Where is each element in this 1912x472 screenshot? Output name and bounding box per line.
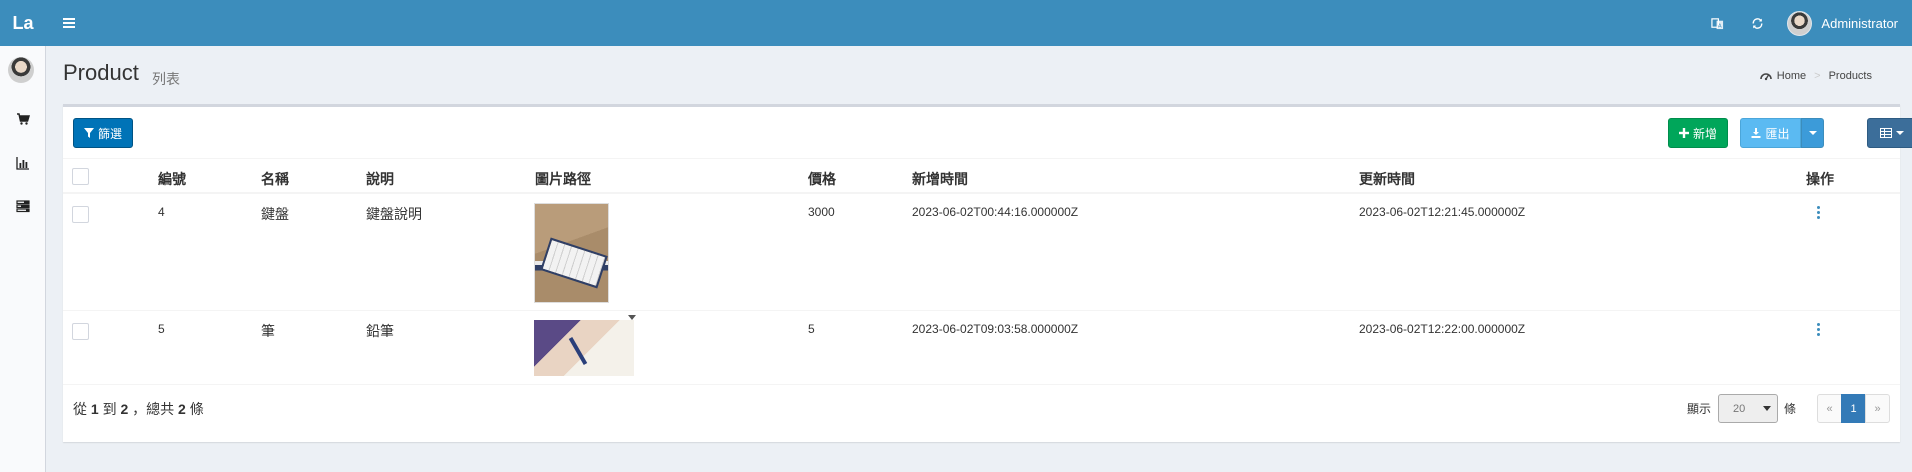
bar-chart-icon[interactable] [0, 143, 46, 183]
column-header-id[interactable]: 編號 [158, 169, 186, 189]
column-header-created-at[interactable]: 新增時間 [912, 169, 968, 189]
user-menu[interactable]: Administrator [1777, 0, 1912, 46]
cell-id: 5 [158, 322, 165, 336]
user-name: Administrator [1821, 15, 1898, 31]
select-all-checkbox[interactable] [72, 168, 89, 185]
export-button[interactable]: 匯出 [1740, 118, 1801, 148]
cell-name: 筆 [261, 323, 275, 339]
column-header-name[interactable]: 名稱 [261, 169, 289, 189]
chevron-down-icon [1895, 131, 1904, 135]
filter-button-label: 篩選 [97, 126, 122, 141]
export-dropdown-toggle[interactable] [1801, 118, 1824, 148]
per-page-value: 20 [1732, 402, 1746, 415]
top-navbar: La A Administrator [0, 0, 1912, 46]
pencil-image[interactable] [534, 320, 634, 376]
cell-created-at: 2023-06-02T00:44:16.000000Z [912, 205, 1079, 219]
row-checkbox[interactable] [72, 206, 89, 223]
row-actions-icon[interactable] [1813, 204, 1823, 220]
column-header-price[interactable]: 價格 [808, 169, 836, 189]
new-button-label: 新增 [1692, 126, 1717, 141]
svg-text:A: A [1718, 23, 1722, 29]
page-1-button[interactable]: 1 [1841, 394, 1866, 423]
per-page-select[interactable]: 20 [1717, 394, 1778, 423]
column-header-updated-at[interactable]: 更新時間 [1359, 169, 1415, 189]
shopping-cart-icon[interactable] [0, 99, 46, 139]
cell-description: 鍵盤說明 [366, 206, 422, 222]
pager: « 1 » [1817, 394, 1890, 423]
filter-button[interactable]: 篩選 [73, 118, 133, 148]
page-title: Product [63, 60, 139, 85]
cell-updated-at: 2023-06-02T12:22:00.000000Z [1359, 322, 1526, 336]
product-grid-box: 篩選 新增 匯出 編號 名稱 說明 圖片路徑 價格 新增時間 更新時間 操作 4 [63, 104, 1912, 442]
prev-page-button[interactable]: « [1817, 394, 1842, 423]
breadcrumb-separator: > [1814, 70, 1821, 82]
chevron-down-icon [1808, 131, 1817, 135]
column-selector-button[interactable] [1867, 118, 1912, 148]
navbar-right: A Administrator [1697, 0, 1912, 46]
page-subtitle: 列表 [152, 71, 180, 87]
summary-from: 1 [90, 401, 99, 417]
column-header-actions: 操作 [1806, 171, 1834, 187]
breadcrumb-home[interactable]: Home [1759, 70, 1807, 82]
chevron-down-icon [1762, 406, 1771, 411]
tasks-icon[interactable] [0, 186, 46, 226]
cell-description: 鉛筆 [366, 323, 394, 339]
row-checkbox[interactable] [72, 323, 89, 340]
cell-price: 3000 [808, 205, 835, 219]
table-header: 編號 名稱 說明 圖片路徑 價格 新增時間 更新時間 操作 [63, 158, 1900, 194]
cell-created-at: 2023-06-02T09:03:58.000000Z [912, 322, 1079, 336]
cell-name: 鍵盤 [261, 206, 289, 222]
per-page-label: 顯示 [1686, 402, 1711, 416]
pagination-summary: 從 1 到 2 ，總共 2 條 [73, 399, 204, 419]
export-button-label: 匯出 [1765, 126, 1790, 141]
image-dropdown-icon[interactable] [628, 315, 636, 320]
language-icon[interactable]: A [1697, 0, 1737, 46]
cell-updated-at: 2023-06-02T12:21:45.000000Z [1359, 205, 1526, 219]
filter-icon [83, 128, 94, 138]
cell-id: 4 [158, 205, 165, 219]
table-row: 4 鍵盤 鍵盤說明 3000 2023-06-02T00:44:16.00000… [63, 194, 1900, 311]
download-icon [1751, 128, 1761, 138]
summary-unit: 條 [189, 401, 204, 417]
summary-total: 2 [178, 401, 186, 417]
summary-from-label: 從 [73, 401, 87, 417]
column-header-description[interactable]: 說明 [366, 169, 394, 189]
next-page-button[interactable]: » [1865, 394, 1890, 423]
product-table: 編號 名稱 說明 圖片路徑 價格 新增時間 更新時間 操作 4 鍵盤 鍵盤說明 … [63, 158, 1900, 385]
summary-to: 2 [120, 401, 129, 417]
sidebar-avatar [8, 57, 34, 83]
per-page-unit: 條 [1783, 402, 1796, 416]
app-logo[interactable]: La [0, 0, 46, 46]
summary-to-label: 到 [102, 401, 117, 417]
new-button[interactable]: 新增 [1668, 118, 1728, 148]
breadcrumb: Home > Products [1759, 70, 1872, 82]
summary-total-label: ，總共 [132, 401, 175, 417]
breadcrumb-current: Products [1828, 70, 1872, 82]
plus-icon [1678, 128, 1689, 138]
dashboard-icon [1759, 73, 1772, 81]
table-icon [1879, 128, 1892, 138]
breadcrumb-home-label: Home [1776, 70, 1807, 82]
sidebar [0, 46, 46, 472]
row-actions-icon[interactable] [1813, 321, 1823, 337]
table-row: 5 筆 鉛筆 5 2023-06-02T09:03:58.000000Z 202… [63, 311, 1900, 385]
user-avatar [1787, 10, 1813, 36]
pagination-controls: 顯示 20 條 « 1 » [1687, 394, 1890, 423]
refresh-icon[interactable] [1737, 0, 1777, 46]
column-header-image[interactable]: 圖片路徑 [535, 169, 591, 189]
cell-price: 5 [808, 322, 815, 336]
keyboard-image[interactable] [534, 203, 609, 303]
menu-toggle-icon[interactable] [58, 12, 80, 34]
